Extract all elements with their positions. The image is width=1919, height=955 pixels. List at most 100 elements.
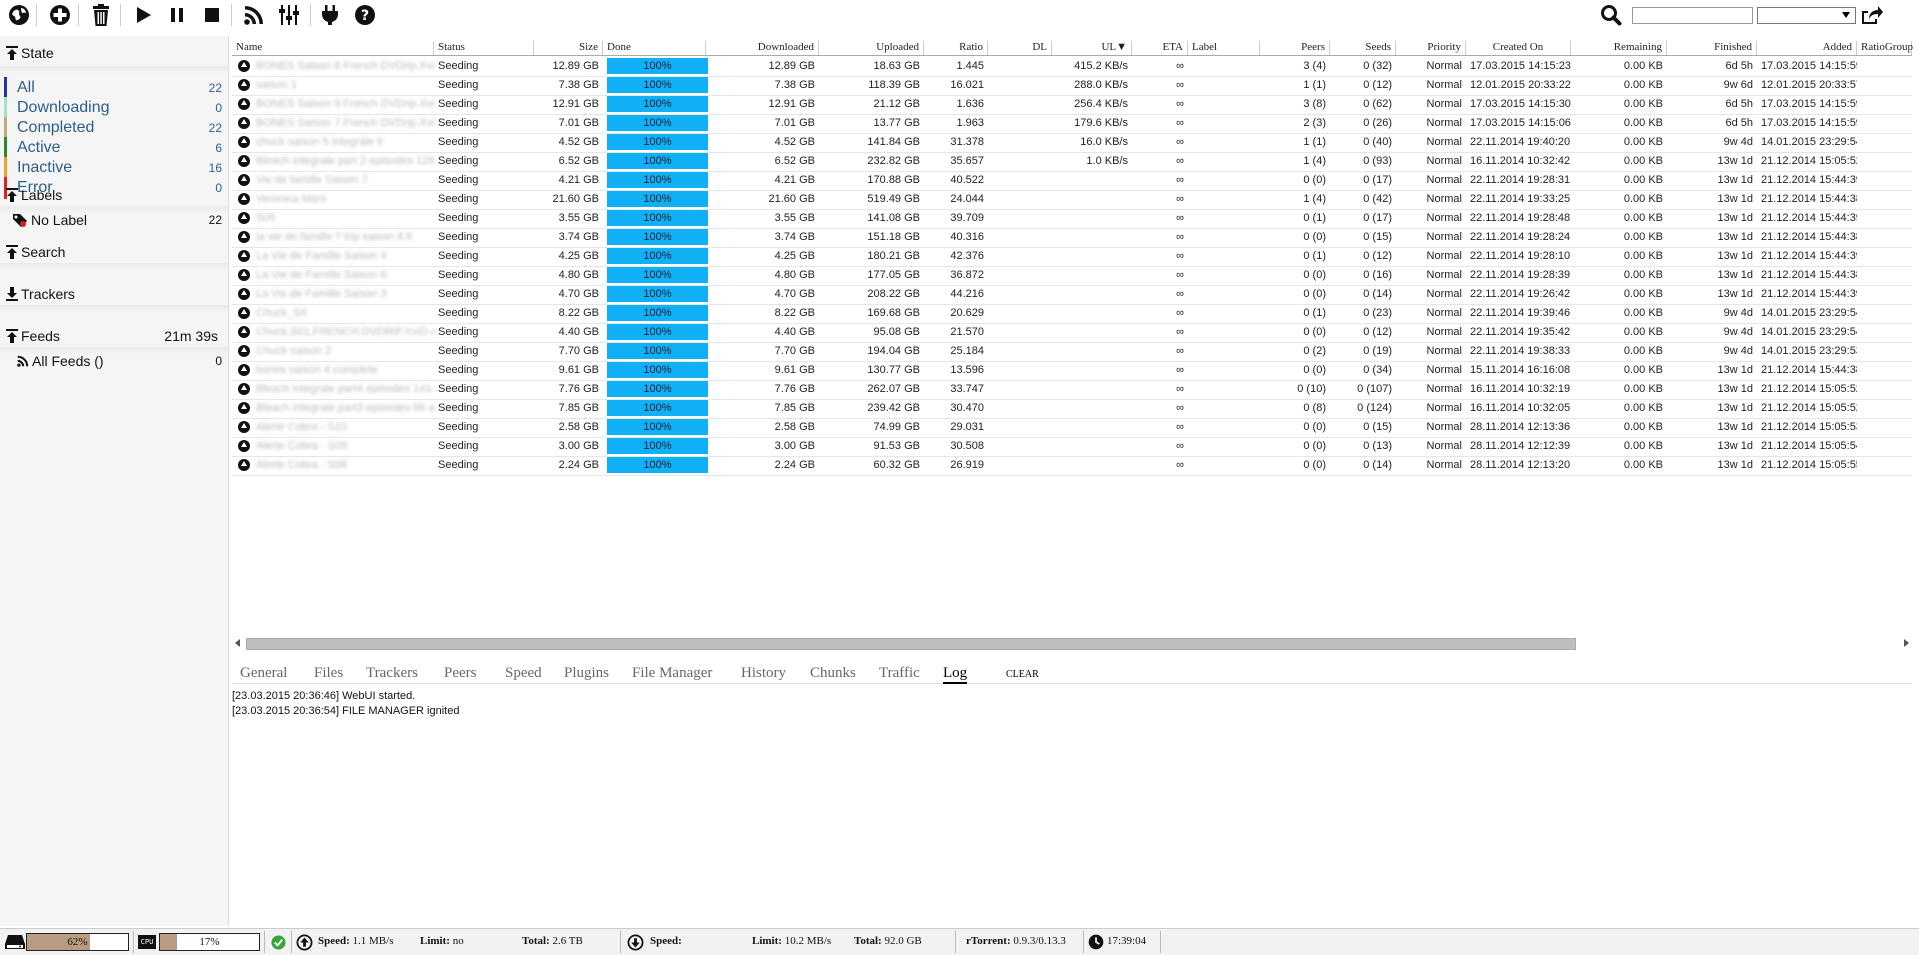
table-row[interactable]: La Vie de Famille Saison 6 Seeding 4.80 GB… [232,266,1912,286]
table-row[interactable]: saison 1 Seeding 7.38 GB 100% 7.38 GB 118.39 … [232,76,1912,96]
column-header-status[interactable]: Status [434,41,534,55]
column-header-added[interactable]: Added [1757,41,1857,55]
column-header-ratiogroup[interactable]: RatioGroup [1857,41,1913,55]
table-row[interactable]: bones saison 4 complete Seeding 9.61 GB 100… [232,361,1912,381]
table-row[interactable]: BONES Saison 7 French DVDrip.XviD.EC Seed… [232,114,1912,134]
cell-created: 22.11.2014 19:40:20 [1470,136,1571,148]
column-header-size[interactable]: Size [534,41,603,55]
tab-speed[interactable]: Speed [505,665,542,682]
table-row[interactable]: Chuck_S4 Seeding 8.22 GB 100% 8.22 GB 169.68 … [232,304,1912,324]
feeds-panel-header[interactable]: Feeds 21m 39s [6,326,218,346]
labels-panel-header[interactable]: Labels [6,185,62,205]
settings-sliders-icon[interactable] [276,2,302,28]
cell-finished: 13w 1d [1717,250,1753,262]
table-row[interactable]: chuck saison 5 integrale fr Seeding 4.52 G… [232,133,1912,153]
cell-added: 17.03.2015 14:15:59 [1761,117,1857,129]
scroll-left-icon[interactable] [235,639,240,647]
cell-name: La Vie de Famille Saison 3 [256,288,387,300]
table-row[interactable]: Alerte Cobra - S10 Seeding 2.58 GB 100% 2.58… [232,418,1912,438]
cell-size: 4.40 GB [558,326,599,338]
tab-peers[interactable]: Peers [444,665,477,682]
column-header-remaining[interactable]: Remaining [1571,41,1667,55]
clear-log-button[interactable]: CLEAR [1006,669,1039,680]
progress-bar: 100% [607,457,708,473]
table-row[interactable]: Chuck.S01.FRENCH.DVDRiP.XviD-AHD Seeding 4… [232,323,1912,343]
column-header-ul[interactable]: UL▼ [1052,41,1132,55]
trash-icon[interactable] [88,2,114,28]
cell-finished: 13w 1d [1717,288,1753,300]
help-icon[interactable]: ? [352,2,378,28]
scrollbar-thumb[interactable] [246,638,1576,650]
sidebar-item-inactive[interactable]: Inactive 16 [4,157,224,179]
plugin-plug-icon[interactable] [317,2,343,28]
rss-icon[interactable] [241,2,267,28]
search-panel-header[interactable]: Search [6,242,65,262]
download-limit[interactable]: Limit: 10.2 MB/s [752,935,831,947]
state-panel-header[interactable]: State [6,43,54,63]
table-row[interactable]: La Vie de Famille Saison 4 Seeding 4.25 GB… [232,247,1912,267]
tab-chunks[interactable]: Chunks [810,665,856,682]
table-row[interactable]: S05 Seeding 3.55 GB 100% 3.55 GB 141.08 GB 39.… [232,209,1912,229]
table-row[interactable]: La Vie de Famille Saison 3 Seeding 4.70 GB… [232,285,1912,305]
globe-icon[interactable] [6,2,32,28]
share-icon[interactable] [1858,2,1884,28]
feed-item-all-feeds[interactable]: All Feeds () 0 [4,350,224,372]
table-row[interactable]: Veronica Mars Seeding 21.60 GB 100% 21.60 GB… [232,190,1912,210]
progress-bar: 100% [607,153,708,169]
play-icon[interactable] [130,2,156,28]
tab-trackers[interactable]: Trackers [366,665,418,682]
column-header-peers[interactable]: Peers [1260,41,1330,55]
horizontal-scrollbar[interactable] [232,636,1912,650]
cell-downloaded: 4.80 GB [774,269,815,281]
cell-ratio: 33.747 [950,383,984,395]
column-header-label[interactable]: Label [1188,41,1260,55]
tab-general[interactable]: General [240,665,287,682]
trackers-panel-header[interactable]: Trackers [6,284,75,304]
column-header-finished[interactable]: Finished [1667,41,1757,55]
search-input[interactable] [1632,7,1753,24]
tab-history[interactable]: History [741,665,786,682]
cell-added: 21.12.2014 15:05:54 [1761,440,1857,452]
table-row[interactable]: BONES Saison 9 French DVDrip.XviD.EC Seed… [232,95,1912,115]
column-header-downloaded[interactable]: Downloaded [706,41,819,55]
label-item-no-label[interactable]: No Label 22 [4,209,224,231]
upload-limit[interactable]: Limit: no [420,935,464,947]
column-header-dl[interactable]: DL [988,41,1052,55]
tab-traffic[interactable]: Traffic [879,665,920,682]
table-row[interactable]: Bleach integrale part4 episodes 141-2 See… [232,380,1912,400]
search-icon[interactable] [1598,2,1624,28]
column-header-eta[interactable]: ETA [1132,41,1188,55]
table-row[interactable]: Bleach integrale part3 episodes 96 a Seed… [232,399,1912,419]
column-header-seeds[interactable]: Seeds [1330,41,1396,55]
cell-ul [1052,173,1132,188]
scroll-right-icon[interactable] [1904,639,1909,647]
column-header-done[interactable]: Done [603,41,706,55]
tab-plugins[interactable]: Plugins [564,665,609,682]
cell-priority: Normal [1426,212,1462,224]
sidebar-item-downloading[interactable]: Downloading 0 [4,97,224,119]
column-header-ratio[interactable]: Ratio [924,41,988,55]
tab-file-manager[interactable]: File Manager [632,665,712,682]
table-row[interactable]: BONES Saison 8 French DVDrip.XviD.EC Seed… [232,57,1912,77]
tab-log[interactable]: Log [943,665,968,684]
cell-dl [988,382,1052,397]
table-row[interactable]: Alerte Cobra - S09 Seeding 3.00 GB 100% 3.00… [232,437,1912,457]
column-header-name[interactable]: Name [232,41,434,55]
table-row[interactable]: Alerte Cobra - S08 Seeding 2.24 GB 100% 2.24… [232,456,1912,476]
table-row[interactable]: Bleach integrale part 2 episodes 128 Seed… [232,152,1912,172]
tab-files[interactable]: Files [314,665,343,682]
column-header-uploaded[interactable]: Uploaded [819,41,924,55]
table-row[interactable]: Chuck saison 2 Seeding 7.70 GB 100% 7.70 GB 1… [232,342,1912,362]
column-header-created[interactable]: Created On [1466,41,1571,55]
table-row[interactable]: la vie de famille 7 trip saison 8 fr Seed… [232,228,1912,248]
sidebar-item-completed[interactable]: Completed 22 [4,117,224,139]
cell-finished: 6d 5h [1725,98,1753,110]
stop-icon[interactable] [199,2,225,28]
sidebar-item-active[interactable]: Active 6 [4,137,224,159]
pause-icon[interactable] [164,2,190,28]
column-header-priority[interactable]: Priority [1396,41,1466,55]
sidebar-item-all[interactable]: All 22 [4,77,224,99]
table-row[interactable]: Vie de famille Saison 7 Seeding 4.21 GB 100… [232,171,1912,191]
add-icon[interactable] [47,2,73,28]
search-engine-select[interactable] [1757,7,1856,24]
